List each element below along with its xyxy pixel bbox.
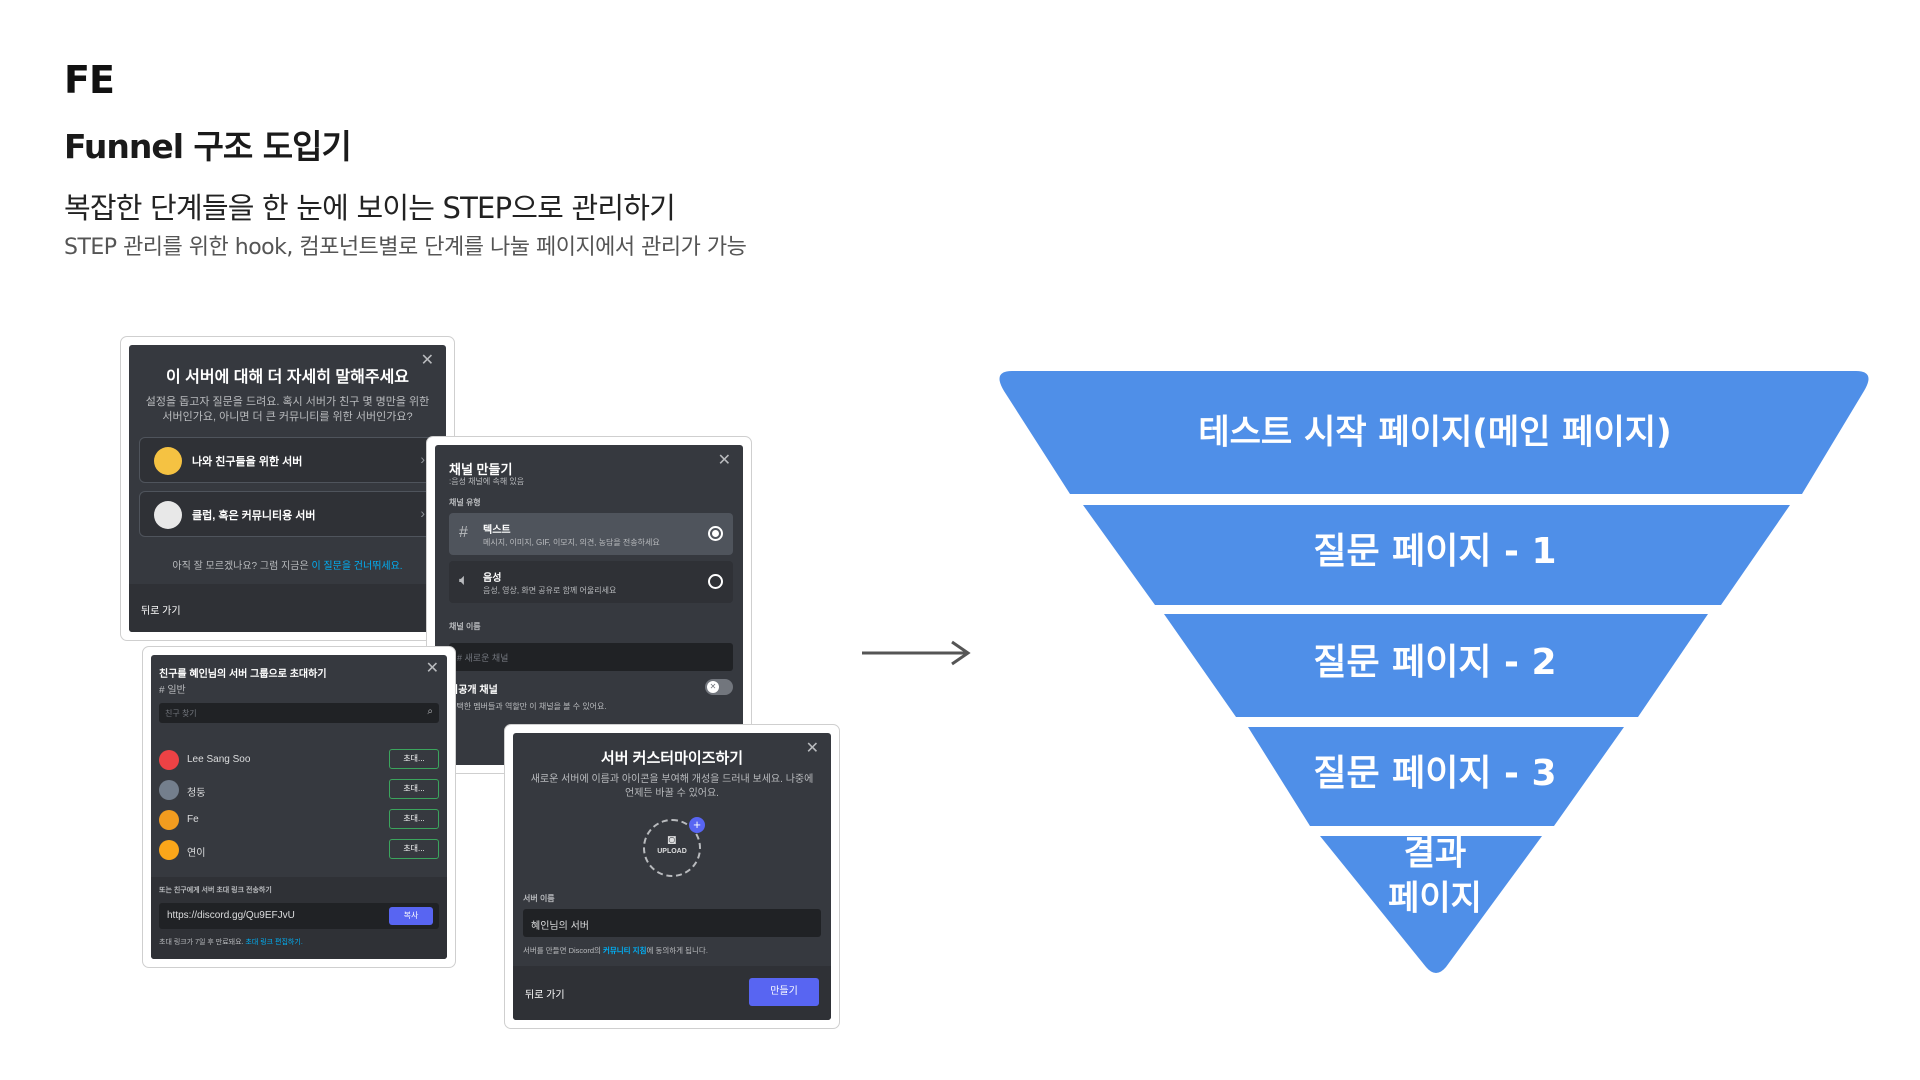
dialog-description: 설정을 돕고자 질문을 드려요. 혹시 서버가 친구 몇 명만을 위한 서버인가… (145, 396, 430, 423)
customize-dialog: ✕ 서버 커스터마이즈하기 새로운 서버에 이름과 아이콘을 부여해 개성을 드… (513, 733, 831, 1020)
private-toggle[interactable] (705, 679, 733, 695)
funnel-label-2: 질문 페이지 - 1 (1313, 531, 1556, 572)
close-icon[interactable]: ✕ (426, 661, 439, 677)
speaker-icon: 🔈︎ (459, 572, 469, 589)
channel-name-placeholder: # 새로운 채널 (457, 653, 509, 663)
radio-icon[interactable] (708, 574, 723, 589)
server-name-value: 혜인님의 서버 (531, 921, 589, 932)
server-name-label: 서버 이름 (523, 894, 555, 903)
channel-type-name: 음성 (483, 573, 502, 584)
funnel-label-1: 테스트 시작 페이지(메인 페이지) (1198, 413, 1671, 453)
invite-link: https://discord.gg/Qu9EFJvU (167, 910, 295, 921)
dialog-title: 친구를 혜인님의 서버 그룹으로 초대하기 (159, 669, 327, 680)
channel-name-label: 채널 이름 (449, 622, 481, 631)
friend-row: 연이 초대... (159, 839, 439, 861)
invite-button[interactable]: 초대... (389, 809, 439, 829)
upload-label: UPLOAD (657, 848, 687, 855)
server-type-screenshot: ✕ 이 서버에 대해 더 자세히 말해주세요 설정을 돕고자 질문을 드려요. … (120, 336, 455, 641)
invite-link-label: 또는 친구에게 서버 초대 링크 전송하기 (159, 887, 272, 894)
funnel-label-5b: 페이지 (1388, 879, 1482, 919)
option-label: 클럽, 혹은 커뮤니티용 서버 (192, 510, 316, 522)
funnel-label-5a: 결과 (1404, 834, 1467, 874)
friend-avatar (159, 810, 179, 830)
search-icon: ⌕ (427, 706, 433, 717)
channel-type-voice[interactable]: 🔈︎ 음성 음성, 영상, 화면 공유로 함께 어울리세요 (449, 561, 733, 603)
dialog-footer: 뒤로 가기 (129, 584, 446, 632)
friend-avatar (159, 780, 179, 800)
private-channel-desc: 선택한 멤버들과 역할만 이 채널을 볼 수 있어요. (449, 702, 607, 711)
friend-row: 청둥 초대... (159, 779, 439, 801)
dialog-subtitle: :음성 채널에 속해 있음 (449, 477, 525, 486)
funnel-diagram: 테스트 시작 페이지(메인 페이지) 질문 페이지 - 1 질문 페이지 - 2… (999, 371, 1869, 973)
skip-link[interactable]: 이 질문을 건너뛰세요. (311, 561, 402, 572)
invite-footer: 또는 친구에게 서버 초대 링크 전송하기 https://discord.gg… (151, 877, 447, 959)
upload-icon-button[interactable]: ◙ UPLOAD + (643, 817, 705, 877)
section-label: FE (64, 58, 115, 102)
skip-prefix: 아직 잘 모르겠나요? 그럼 지금은 (172, 561, 312, 572)
friend-name: 청둥 (187, 788, 206, 799)
server-name-input[interactable]: 혜인님의 서버 (523, 909, 821, 937)
invite-expire-text: 초대 링크가 7일 후 만료돼요. 초대 링크 편집하기. (159, 937, 303, 947)
channel-name-input[interactable]: # 새로운 채널 (449, 643, 733, 671)
back-button[interactable]: 뒤로 가기 (141, 602, 181, 617)
hash-icon: # (459, 524, 468, 541)
page-description: STEP 관리를 위한 hook, 컴포넌트별로 단계를 나눌 페이지에서 관리… (64, 235, 747, 260)
skip-text: 아직 잘 모르겠나요? 그럼 지금은 이 질문을 건너뛰세요. (129, 557, 446, 572)
expire-prefix: 초대 링크가 7일 후 만료돼요. (159, 939, 246, 946)
friend-avatar (159, 840, 179, 860)
page-title: Funnel 구조 도입기 (64, 127, 352, 166)
copy-button[interactable]: 복사 (389, 907, 433, 925)
channel-type-desc: 메시지, 이미지, GIF, 이모지, 의견, 농담을 전송하세요 (483, 538, 660, 547)
friend-name: 연이 (187, 848, 206, 859)
funnel-label-4: 질문 페이지 - 3 (1313, 753, 1556, 794)
friends-avatar-icon (154, 447, 182, 475)
close-icon[interactable]: ✕ (718, 453, 731, 469)
dialog-title: 서버 커스터마이즈하기 (600, 750, 744, 767)
option-community[interactable]: 클럽, 혹은 커뮤니티용 서버 › (139, 491, 436, 537)
channel-type-label: 채널 유형 (449, 498, 481, 507)
option-friends[interactable]: 나와 친구들을 위한 서버 › (139, 437, 436, 483)
channel-type-text[interactable]: # 텍스트 메시지, 이미지, GIF, 이모지, 의견, 농담을 전송하세요 (449, 513, 733, 555)
invite-button[interactable]: 초대... (389, 779, 439, 799)
camera-icon: ◙ (667, 831, 677, 847)
friend-name: Fe (187, 814, 199, 825)
friend-search-input[interactable]: 친구 찾기 ⌕ (159, 703, 439, 723)
edit-invite-link[interactable]: 초대 링크 편집하기. (245, 939, 302, 946)
radio-selected-icon[interactable] (708, 526, 723, 541)
server-type-dialog: ✕ 이 서버에 대해 더 자세히 말해주세요 설정을 돕고자 질문을 드려요. … (129, 345, 446, 632)
invite-link-field[interactable]: https://discord.gg/Qu9EFJvU 복사 (159, 903, 439, 929)
terms-text: 서버를 만들면 Discord의 커뮤니티 지침에 동의하게 됩니다. (523, 945, 708, 956)
plus-icon: + (689, 817, 705, 833)
dialog-description: 새로운 서버에 이름과 아이콘을 부여해 개성을 드러내 보세요. 나중에 언제… (530, 774, 814, 799)
option-label: 나와 친구들을 위한 서버 (192, 456, 303, 468)
page-subtitle: 복잡한 단계들을 한 눈에 보이는 STEP으로 관리하기 (64, 191, 676, 225)
funnel-label-3: 질문 페이지 - 2 (1313, 642, 1556, 683)
private-channel-label: 비공개 채널 (449, 685, 498, 696)
dialog-title: 이 서버에 대해 더 자세히 말해주세요 (165, 369, 410, 386)
arrow-right-icon (862, 640, 971, 666)
community-avatar-icon (154, 501, 182, 529)
back-button[interactable]: 뒤로 가기 (525, 986, 565, 1001)
channel-name: # 일반 (159, 685, 186, 696)
friend-avatar (159, 750, 179, 770)
invite-button[interactable]: 초대... (389, 839, 439, 859)
create-channel-dialog: ✕ 채널 만들기 :음성 채널에 속해 있음 채널 유형 # 텍스트 메시지, … (435, 445, 743, 765)
terms-suffix: 에 동의하게 됩니다. (646, 946, 708, 955)
chevron-right-icon: › (420, 451, 425, 467)
invite-button[interactable]: 초대... (389, 749, 439, 769)
chevron-right-icon: › (420, 505, 425, 521)
dialog-footer: 뒤로 가기 만들기 (513, 966, 831, 1020)
channel-type-desc: 음성, 영상, 화면 공유로 함께 어울리세요 (483, 586, 617, 595)
invite-dialog: ✕ 친구를 혜인님의 서버 그룹으로 초대하기 # 일반 친구 찾기 ⌕ Lee… (151, 655, 447, 959)
friend-row: Fe 초대... (159, 809, 439, 831)
terms-prefix: 서버를 만들면 Discord의 (523, 946, 603, 955)
friend-name: Lee Sang Soo (187, 754, 251, 765)
channel-type-name: 텍스트 (483, 525, 511, 536)
friend-row: Lee Sang Soo 초대... (159, 749, 439, 771)
create-button[interactable]: 만들기 (749, 978, 819, 1006)
guidelines-link[interactable]: 커뮤니티 지침 (603, 946, 646, 955)
invite-screenshot: ✕ 친구를 혜인님의 서버 그룹으로 초대하기 # 일반 친구 찾기 ⌕ Lee… (142, 646, 456, 968)
customize-screenshot: ✕ 서버 커스터마이즈하기 새로운 서버에 이름과 아이콘을 부여해 개성을 드… (504, 724, 840, 1029)
search-placeholder: 친구 찾기 (165, 709, 197, 718)
